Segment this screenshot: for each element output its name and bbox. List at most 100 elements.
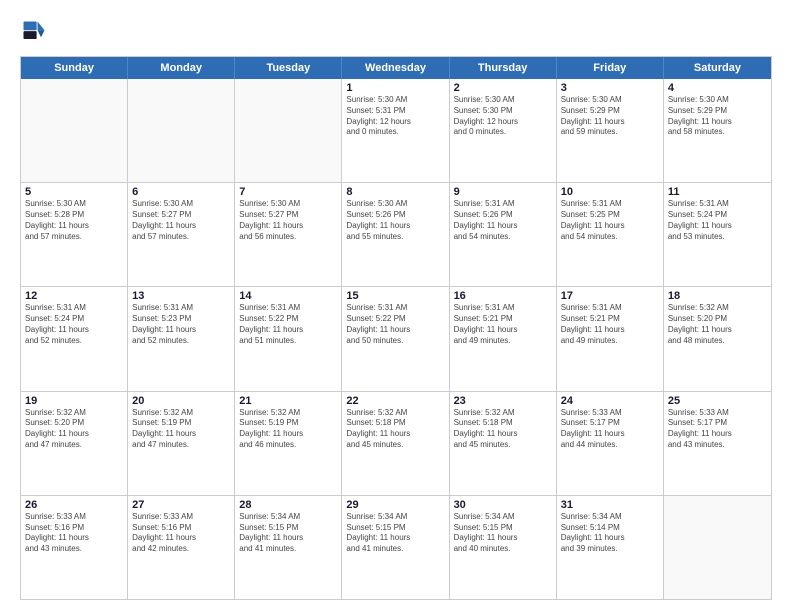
- cal-cell-8: 8Sunrise: 5:30 AM Sunset: 5:26 PM Daylig…: [342, 183, 449, 286]
- cal-row-4: 26Sunrise: 5:33 AM Sunset: 5:16 PM Dayli…: [21, 495, 771, 599]
- cal-cell-5: 5Sunrise: 5:30 AM Sunset: 5:28 PM Daylig…: [21, 183, 128, 286]
- day-number: 21: [239, 395, 337, 407]
- cal-cell-22: 22Sunrise: 5:32 AM Sunset: 5:18 PM Dayli…: [342, 392, 449, 495]
- cell-info: Sunrise: 5:30 AM Sunset: 5:28 PM Dayligh…: [25, 199, 123, 242]
- day-number: 31: [561, 499, 659, 511]
- day-number: 5: [25, 186, 123, 198]
- cell-info: Sunrise: 5:31 AM Sunset: 5:23 PM Dayligh…: [132, 303, 230, 346]
- logo: [20, 18, 52, 46]
- cell-info: Sunrise: 5:30 AM Sunset: 5:29 PM Dayligh…: [561, 95, 659, 138]
- day-number: 2: [454, 82, 552, 94]
- cal-header-wednesday: Wednesday: [342, 57, 449, 79]
- cal-cell-3: 3Sunrise: 5:30 AM Sunset: 5:29 PM Daylig…: [557, 79, 664, 182]
- cal-cell-20: 20Sunrise: 5:32 AM Sunset: 5:19 PM Dayli…: [128, 392, 235, 495]
- cal-cell-empty: [128, 79, 235, 182]
- cell-info: Sunrise: 5:32 AM Sunset: 5:18 PM Dayligh…: [454, 408, 552, 451]
- cal-cell-empty: [21, 79, 128, 182]
- day-number: 3: [561, 82, 659, 94]
- cell-info: Sunrise: 5:32 AM Sunset: 5:20 PM Dayligh…: [668, 303, 767, 346]
- calendar-header-row: SundayMondayTuesdayWednesdayThursdayFrid…: [21, 57, 771, 79]
- day-number: 26: [25, 499, 123, 511]
- cell-info: Sunrise: 5:30 AM Sunset: 5:27 PM Dayligh…: [132, 199, 230, 242]
- cal-cell-24: 24Sunrise: 5:33 AM Sunset: 5:17 PM Dayli…: [557, 392, 664, 495]
- cell-info: Sunrise: 5:31 AM Sunset: 5:21 PM Dayligh…: [454, 303, 552, 346]
- cell-info: Sunrise: 5:30 AM Sunset: 5:29 PM Dayligh…: [668, 95, 767, 138]
- cal-header-monday: Monday: [128, 57, 235, 79]
- cell-info: Sunrise: 5:31 AM Sunset: 5:26 PM Dayligh…: [454, 199, 552, 242]
- day-number: 8: [346, 186, 444, 198]
- cal-header-thursday: Thursday: [450, 57, 557, 79]
- header: [20, 18, 772, 46]
- cal-cell-7: 7Sunrise: 5:30 AM Sunset: 5:27 PM Daylig…: [235, 183, 342, 286]
- cal-cell-17: 17Sunrise: 5:31 AM Sunset: 5:21 PM Dayli…: [557, 287, 664, 390]
- cal-cell-19: 19Sunrise: 5:32 AM Sunset: 5:20 PM Dayli…: [21, 392, 128, 495]
- cell-info: Sunrise: 5:34 AM Sunset: 5:15 PM Dayligh…: [239, 512, 337, 555]
- cal-cell-empty: [664, 496, 771, 599]
- cell-info: Sunrise: 5:31 AM Sunset: 5:22 PM Dayligh…: [346, 303, 444, 346]
- cell-info: Sunrise: 5:32 AM Sunset: 5:19 PM Dayligh…: [132, 408, 230, 451]
- cal-row-1: 5Sunrise: 5:30 AM Sunset: 5:28 PM Daylig…: [21, 182, 771, 286]
- cal-cell-9: 9Sunrise: 5:31 AM Sunset: 5:26 PM Daylig…: [450, 183, 557, 286]
- cal-cell-21: 21Sunrise: 5:32 AM Sunset: 5:19 PM Dayli…: [235, 392, 342, 495]
- cell-info: Sunrise: 5:34 AM Sunset: 5:15 PM Dayligh…: [454, 512, 552, 555]
- day-number: 6: [132, 186, 230, 198]
- calendar: SundayMondayTuesdayWednesdayThursdayFrid…: [20, 56, 772, 600]
- cal-cell-empty: [235, 79, 342, 182]
- cal-cell-12: 12Sunrise: 5:31 AM Sunset: 5:24 PM Dayli…: [21, 287, 128, 390]
- cal-header-sunday: Sunday: [21, 57, 128, 79]
- cal-cell-10: 10Sunrise: 5:31 AM Sunset: 5:25 PM Dayli…: [557, 183, 664, 286]
- cell-info: Sunrise: 5:31 AM Sunset: 5:25 PM Dayligh…: [561, 199, 659, 242]
- day-number: 12: [25, 290, 123, 302]
- day-number: 19: [25, 395, 123, 407]
- cell-info: Sunrise: 5:31 AM Sunset: 5:24 PM Dayligh…: [25, 303, 123, 346]
- cell-info: Sunrise: 5:30 AM Sunset: 5:26 PM Dayligh…: [346, 199, 444, 242]
- day-number: 30: [454, 499, 552, 511]
- day-number: 22: [346, 395, 444, 407]
- day-number: 13: [132, 290, 230, 302]
- day-number: 10: [561, 186, 659, 198]
- day-number: 25: [668, 395, 767, 407]
- cell-info: Sunrise: 5:30 AM Sunset: 5:27 PM Dayligh…: [239, 199, 337, 242]
- cell-info: Sunrise: 5:31 AM Sunset: 5:21 PM Dayligh…: [561, 303, 659, 346]
- cal-row-0: 1Sunrise: 5:30 AM Sunset: 5:31 PM Daylig…: [21, 79, 771, 182]
- day-number: 1: [346, 82, 444, 94]
- day-number: 23: [454, 395, 552, 407]
- cal-row-2: 12Sunrise: 5:31 AM Sunset: 5:24 PM Dayli…: [21, 286, 771, 390]
- day-number: 24: [561, 395, 659, 407]
- page: SundayMondayTuesdayWednesdayThursdayFrid…: [0, 0, 792, 612]
- cal-cell-16: 16Sunrise: 5:31 AM Sunset: 5:21 PM Dayli…: [450, 287, 557, 390]
- cal-cell-6: 6Sunrise: 5:30 AM Sunset: 5:27 PM Daylig…: [128, 183, 235, 286]
- day-number: 28: [239, 499, 337, 511]
- cell-info: Sunrise: 5:34 AM Sunset: 5:14 PM Dayligh…: [561, 512, 659, 555]
- day-number: 20: [132, 395, 230, 407]
- cal-cell-28: 28Sunrise: 5:34 AM Sunset: 5:15 PM Dayli…: [235, 496, 342, 599]
- day-number: 27: [132, 499, 230, 511]
- cal-cell-29: 29Sunrise: 5:34 AM Sunset: 5:15 PM Dayli…: [342, 496, 449, 599]
- cell-info: Sunrise: 5:34 AM Sunset: 5:15 PM Dayligh…: [346, 512, 444, 555]
- day-number: 29: [346, 499, 444, 511]
- cal-cell-13: 13Sunrise: 5:31 AM Sunset: 5:23 PM Dayli…: [128, 287, 235, 390]
- cal-cell-14: 14Sunrise: 5:31 AM Sunset: 5:22 PM Dayli…: [235, 287, 342, 390]
- cell-info: Sunrise: 5:31 AM Sunset: 5:22 PM Dayligh…: [239, 303, 337, 346]
- logo-icon: [20, 18, 48, 46]
- cal-row-3: 19Sunrise: 5:32 AM Sunset: 5:20 PM Dayli…: [21, 391, 771, 495]
- day-number: 14: [239, 290, 337, 302]
- day-number: 17: [561, 290, 659, 302]
- calendar-body: 1Sunrise: 5:30 AM Sunset: 5:31 PM Daylig…: [21, 79, 771, 599]
- cal-cell-2: 2Sunrise: 5:30 AM Sunset: 5:30 PM Daylig…: [450, 79, 557, 182]
- cal-cell-23: 23Sunrise: 5:32 AM Sunset: 5:18 PM Dayli…: [450, 392, 557, 495]
- day-number: 4: [668, 82, 767, 94]
- cell-info: Sunrise: 5:32 AM Sunset: 5:19 PM Dayligh…: [239, 408, 337, 451]
- cal-cell-4: 4Sunrise: 5:30 AM Sunset: 5:29 PM Daylig…: [664, 79, 771, 182]
- cal-cell-31: 31Sunrise: 5:34 AM Sunset: 5:14 PM Dayli…: [557, 496, 664, 599]
- day-number: 16: [454, 290, 552, 302]
- cell-info: Sunrise: 5:33 AM Sunset: 5:17 PM Dayligh…: [561, 408, 659, 451]
- cal-cell-1: 1Sunrise: 5:30 AM Sunset: 5:31 PM Daylig…: [342, 79, 449, 182]
- day-number: 7: [239, 186, 337, 198]
- day-number: 9: [454, 186, 552, 198]
- cal-cell-26: 26Sunrise: 5:33 AM Sunset: 5:16 PM Dayli…: [21, 496, 128, 599]
- day-number: 15: [346, 290, 444, 302]
- cell-info: Sunrise: 5:31 AM Sunset: 5:24 PM Dayligh…: [668, 199, 767, 242]
- cal-cell-27: 27Sunrise: 5:33 AM Sunset: 5:16 PM Dayli…: [128, 496, 235, 599]
- cell-info: Sunrise: 5:32 AM Sunset: 5:18 PM Dayligh…: [346, 408, 444, 451]
